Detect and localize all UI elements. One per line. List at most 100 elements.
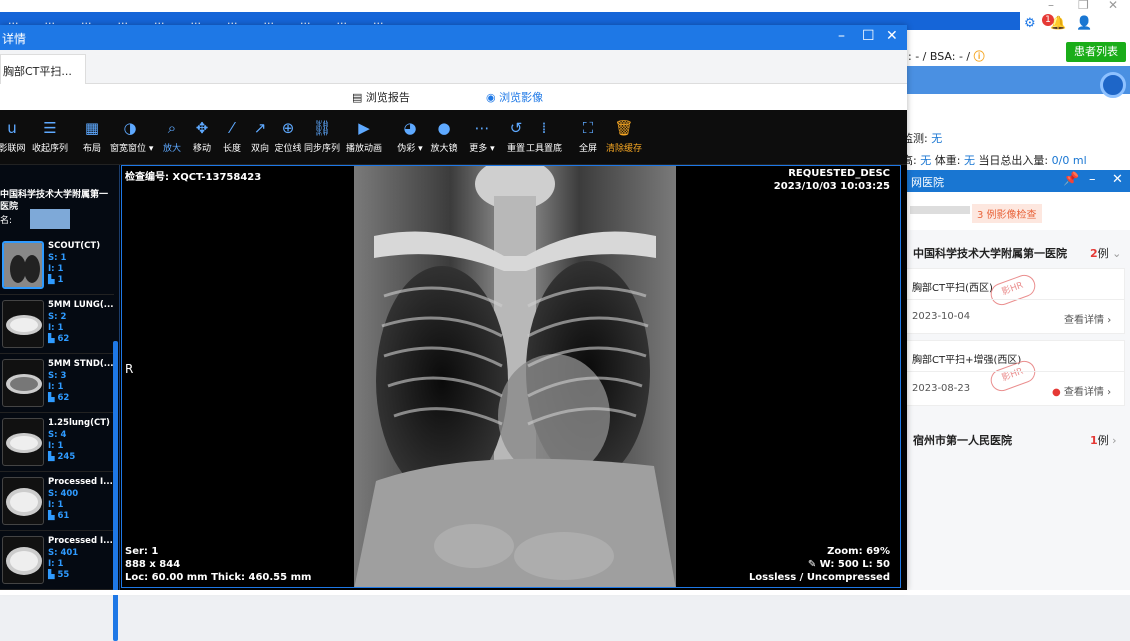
- instance-number: I: 1: [48, 382, 64, 392]
- toolbar-layout-button[interactable]: ▦ 布局: [72, 118, 112, 154]
- toolbar-collapse-series-button[interactable]: ☰ 收起序列: [30, 118, 70, 154]
- series-number: S: 2: [48, 312, 67, 322]
- series-preview-image: [2, 536, 44, 584]
- view-subtabs: ▤ 浏览报告 ◉ 浏览影像: [0, 84, 907, 110]
- series-name: 5MM LUNG(...: [48, 300, 114, 310]
- image-count: ▙ 62: [48, 334, 69, 344]
- exam-record-card-2[interactable]: 胸部CT平扫+增强(西区) 影HR 2023-08-23 ● 查看详情 ›: [905, 340, 1125, 406]
- toolbar-label: 布局: [82, 144, 101, 154]
- view-details-link[interactable]: 查看详情 ›: [1064, 311, 1111, 326]
- assistant-robot-icon[interactable]: [1100, 72, 1126, 98]
- series-preview-graphic: [6, 488, 42, 516]
- series-preview-graphic: [6, 433, 42, 453]
- close-window-button[interactable]: ✕: [1108, 0, 1118, 12]
- view-details-link[interactable]: ● 查看详情 ›: [1052, 383, 1111, 398]
- series-preview-graphic: [4, 243, 42, 287]
- image-count-value: 62: [57, 393, 70, 403]
- hospital-count-1-unit: 例: [1097, 247, 1109, 260]
- magnifier-icon: ●: [437, 119, 451, 137]
- height-value: 无: [920, 154, 932, 167]
- chevron-right-icon: ›: [1112, 434, 1117, 447]
- series-thumbnail[interactable]: Processed I... S: 400 I: 1 ▙ 61: [0, 473, 114, 531]
- series-preview-graphic: [6, 547, 42, 575]
- image-count-value: 61: [57, 511, 70, 521]
- stack-icon: ▙: [48, 570, 55, 580]
- warning-icon[interactable]: ⓘ: [974, 50, 985, 63]
- patient-name-label: 名:: [0, 216, 13, 226]
- series-number: S: 3: [48, 371, 67, 381]
- toolbar-magnifier-button[interactable]: ● 放大镜: [424, 118, 464, 154]
- series-thumbnail[interactable]: Processed I... S: 401 I: 1 ▙ 55: [0, 532, 114, 590]
- exam-record-card-1[interactable]: 胸部CT平扫(西区) 影HR 2023-10-04 查看详情 ›: [905, 268, 1125, 334]
- series-preview-image: [2, 241, 44, 289]
- image-count-value: 245: [57, 452, 76, 462]
- series-preview-image: [2, 477, 44, 525]
- restore-window-button[interactable]: ❐: [1078, 0, 1089, 12]
- toolbar-label: 全屏: [578, 144, 597, 154]
- series-name: Processed I...: [48, 477, 113, 487]
- series-number: S: 1: [48, 253, 67, 263]
- exam-record-title: 胸部CT平扫(西区): [912, 283, 993, 294]
- hospital-name-2[interactable]: 宿州市第一人民医院: [913, 432, 1012, 448]
- tab-report[interactable]: ▤ 浏览报告: [352, 89, 410, 105]
- hospital-count-2[interactable]: 1例 ›: [1090, 432, 1117, 448]
- hospital-count-1[interactable]: 2例 ⌄: [1090, 245, 1121, 261]
- toolbar-label: 播放动画: [345, 144, 382, 154]
- series-scrollbar[interactable]: [113, 341, 118, 641]
- yinglian-icon: u: [7, 119, 17, 137]
- hospital-count-1-value: 2: [1090, 247, 1098, 260]
- compression-info: Lossless / Uncompressed: [748, 572, 890, 583]
- modal-close-button[interactable]: ✕: [886, 28, 898, 44]
- settings-icon[interactable]: ⚙: [1024, 16, 1036, 31]
- modal-maximize-button[interactable]: ☐: [862, 28, 875, 44]
- tab-images[interactable]: ◉ 浏览影像: [486, 89, 543, 105]
- hospital-name-1[interactable]: 中国科学技术大学附属第一医院: [913, 245, 1067, 261]
- series-preview-image: [2, 300, 44, 348]
- tab-chest-ct[interactable]: 胸部CT平扫...: [0, 54, 86, 84]
- pin-icon[interactable]: 📌: [1063, 172, 1079, 187]
- view-details-label: 查看详情: [1064, 315, 1104, 326]
- image-count: ▙ 1: [48, 275, 63, 285]
- notification-badge: 1: [1042, 14, 1054, 26]
- series-thumbnail[interactable]: 5MM STND(... S: 3 I: 1 ▙ 62: [0, 355, 114, 413]
- requested-desc: REQUESTED_DESC: [788, 168, 890, 179]
- toolbar-tools-bottom-button[interactable]: ⁞ 工具置底: [524, 118, 564, 154]
- toolbar-play-animation-button[interactable]: ▶ 播放动画: [344, 118, 384, 154]
- exam-count-badge: 3 例影像检查: [972, 204, 1042, 223]
- toolbar-label: 工具置底: [525, 144, 562, 154]
- monitor-value: 无: [931, 132, 943, 145]
- series-thumbnail[interactable]: 1.25lung(CT) S: 4 I: 1 ▙ 245: [0, 414, 114, 472]
- unread-dot-icon: ●: [1052, 387, 1061, 398]
- toolbar-clear-cache-button[interactable]: 🗑 清除缓存: [604, 118, 644, 154]
- orientation-marker: R: [125, 362, 134, 376]
- toolbar-window-level-button[interactable]: ◑ 窗宽窗位 ▾: [110, 118, 153, 154]
- minimize-window-button[interactable]: –: [1048, 0, 1054, 12]
- image-viewport[interactable]: 检查编号: XQCT-13758423 REQUESTED_DESC 2023/…: [121, 165, 901, 588]
- instance-number: I: 1: [48, 323, 64, 333]
- series-panel: 中国科学技术大学附属第一医院 名: SCOUT(CT) S: 1 I: 1 ▙ 1 5M…: [0, 165, 120, 641]
- modal-minimize-button[interactable]: –: [838, 28, 845, 44]
- toolbar-label: 同步序列: [303, 144, 340, 154]
- toolbar-fullscreen-button[interactable]: ⛶ 全屏: [568, 118, 608, 154]
- weight-value: 无: [963, 154, 975, 167]
- fullscreen-icon: ⛶: [582, 119, 594, 137]
- series-preview-image: [2, 418, 44, 466]
- toolbar-yinglian-button[interactable]: u 影联网: [0, 118, 32, 154]
- image-count-value: 1: [57, 275, 64, 285]
- series-name: 1.25lung(CT): [48, 418, 110, 428]
- image-count: ▙ 61: [48, 511, 69, 521]
- toolbar-sync-series-button[interactable]: ⛓ 同步序列: [302, 118, 342, 154]
- panel-minimize-button[interactable]: –: [1089, 172, 1096, 187]
- series-number: S: 401: [48, 548, 79, 558]
- series-thumbnail[interactable]: 5MM LUNG(... S: 2 I: 1 ▙ 62: [0, 296, 114, 354]
- chest-xray-image: [354, 166, 676, 587]
- panel-close-button[interactable]: ✕: [1112, 172, 1123, 187]
- patient-list-button[interactable]: 患者列表: [1066, 42, 1126, 62]
- hospital-count-2-unit: 例: [1097, 434, 1109, 447]
- study-datetime: 2023/10/03 10:03:25: [773, 181, 890, 192]
- chevron-right-icon: ›: [1107, 387, 1112, 398]
- series-thumbnail[interactable]: SCOUT(CT) S: 1 I: 1 ▙ 1: [0, 237, 114, 295]
- user-icon[interactable]: 👤: [1076, 16, 1092, 31]
- sync-series-icon: ⛓: [312, 119, 332, 137]
- net-hospital-title: 网医院: [911, 176, 944, 189]
